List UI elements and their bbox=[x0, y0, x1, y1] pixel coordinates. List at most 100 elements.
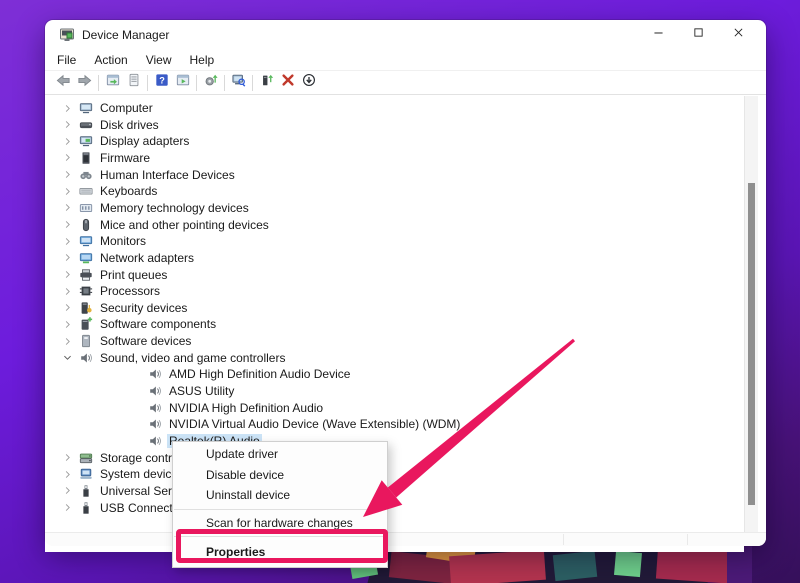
wallpaper-shape bbox=[449, 550, 546, 583]
tree-item-nvidia-high-definition-audio[interactable]: NVIDIA High Definition Audio bbox=[130, 399, 325, 416]
chevron-right-icon[interactable] bbox=[61, 285, 73, 297]
chevron-right-icon[interactable] bbox=[61, 302, 73, 314]
tree-item-label: Display adapters bbox=[98, 134, 191, 148]
maximize-button[interactable] bbox=[678, 20, 718, 50]
speaker-icon bbox=[148, 434, 162, 448]
device-tree: ComputerDisk drivesDisplay adapters Firmw… bbox=[45, 96, 744, 552]
tree-item-label: NVIDIA High Definition Audio bbox=[167, 401, 325, 415]
tree-item-computer[interactable]: Computer bbox=[61, 100, 155, 117]
desktop: { "window": { "title": "Device Manager",… bbox=[0, 0, 800, 583]
context-menu-item-scan-for-hardware-changes[interactable]: Scan for hardware changes bbox=[173, 513, 387, 534]
tree-item-nvidia-virtual-audio-device-wave-extensible-wdm[interactable]: NVIDIA Virtual Audio Device (Wave Extens… bbox=[130, 416, 462, 433]
chevron-right-icon[interactable] bbox=[61, 219, 73, 231]
wallpaper-shape bbox=[553, 551, 597, 581]
forward-button[interactable] bbox=[74, 73, 95, 93]
chevron-right-icon[interactable] bbox=[61, 502, 73, 514]
chevron-right-icon[interactable] bbox=[61, 318, 73, 330]
scan-hardware-button[interactable] bbox=[228, 73, 249, 93]
chevron-right-icon[interactable] bbox=[61, 468, 73, 480]
context-menu: Update driverDisable deviceUninstall dev… bbox=[172, 441, 388, 568]
printer-icon bbox=[79, 268, 93, 282]
chevron-right-icon[interactable] bbox=[61, 135, 73, 147]
remove-button[interactable] bbox=[277, 73, 298, 93]
chevron-right-icon[interactable] bbox=[61, 335, 73, 347]
tree-item-network-adapters[interactable]: Network adapters bbox=[61, 249, 196, 266]
menu-action[interactable]: Action bbox=[85, 51, 136, 69]
tree-item-label: Software devices bbox=[98, 334, 193, 348]
context-menu-item-uninstall-device[interactable]: Uninstall device bbox=[173, 485, 387, 506]
console-window-button[interactable] bbox=[102, 73, 123, 93]
close-button[interactable] bbox=[718, 20, 758, 50]
speaker-icon bbox=[148, 367, 162, 381]
tree-item-memory-technology-devices[interactable]: Memory technology devices bbox=[61, 199, 251, 216]
tree-item-label: Network adapters bbox=[98, 251, 196, 265]
menu-separator bbox=[174, 536, 386, 537]
tree-item-sound-video-and-game-controllers[interactable]: Sound, video and game controllers bbox=[61, 349, 287, 366]
update-driver-icon bbox=[204, 73, 218, 92]
speaker-icon bbox=[148, 417, 162, 431]
menu-file[interactable]: File bbox=[48, 51, 85, 69]
tree-item-label: Keyboards bbox=[98, 184, 159, 198]
action-pane-button[interactable] bbox=[172, 73, 193, 93]
help-button[interactable]: ? bbox=[151, 73, 172, 93]
tree-item-monitors[interactable]: Monitors bbox=[61, 233, 148, 250]
tree-item-display-adapters[interactable]: Display adapters bbox=[61, 133, 191, 150]
properties-doc-button[interactable] bbox=[123, 73, 144, 93]
system-icon bbox=[79, 467, 93, 481]
tree-item-security-devices[interactable]: Security devices bbox=[61, 299, 189, 316]
tree-item-label: AMD High Definition Audio Device bbox=[167, 367, 352, 381]
menu-help[interactable]: Help bbox=[181, 51, 224, 69]
usb-icon bbox=[79, 484, 93, 498]
context-menu-item-update-driver[interactable]: Update driver bbox=[173, 444, 387, 465]
titlebar: Device Manager bbox=[45, 20, 766, 50]
chevron-spacer bbox=[130, 402, 142, 414]
chevron-right-icon[interactable] bbox=[61, 202, 73, 214]
context-menu-item-properties[interactable]: Properties bbox=[173, 540, 387, 564]
uninstall-device-icon bbox=[260, 73, 274, 92]
disable-device-button[interactable] bbox=[298, 73, 319, 93]
tree-item-software-components[interactable]: Software components bbox=[61, 316, 218, 333]
tree-item-mice-and-other-pointing-devices[interactable]: Mice and other pointing devices bbox=[61, 216, 271, 233]
window-title: Device Manager bbox=[82, 28, 169, 42]
tree-item-firmware[interactable]: Firmware bbox=[61, 149, 152, 166]
chevron-right-icon[interactable] bbox=[61, 169, 73, 181]
tree-item-system-devices[interactable]: System devices bbox=[61, 466, 186, 483]
scrollbar-thumb[interactable] bbox=[748, 183, 755, 505]
tree-item-amd-high-definition-audio-device[interactable]: AMD High Definition Audio Device bbox=[130, 366, 352, 383]
status-strip bbox=[45, 532, 766, 546]
processor-icon bbox=[79, 284, 93, 298]
tree-item-print-queues[interactable]: Print queues bbox=[61, 266, 169, 283]
chevron-right-icon[interactable] bbox=[61, 269, 73, 281]
disable-circle-icon bbox=[302, 73, 316, 92]
minimize-button[interactable] bbox=[638, 20, 678, 50]
chevron-down-icon[interactable] bbox=[61, 352, 73, 364]
window-controls bbox=[638, 20, 758, 50]
tree-item-processors[interactable]: Processors bbox=[61, 283, 162, 300]
chevron-right-icon[interactable] bbox=[61, 185, 73, 197]
chevron-right-icon[interactable] bbox=[61, 119, 73, 131]
chevron-right-icon[interactable] bbox=[61, 235, 73, 247]
speaker-icon bbox=[148, 401, 162, 415]
tree-item-label: Mice and other pointing devices bbox=[98, 218, 271, 232]
tree-item-software-devices[interactable]: Software devices bbox=[61, 333, 193, 350]
display-adapter-icon bbox=[79, 134, 93, 148]
device-manager-window: Device Manager FileActionViewHelp ? Comp… bbox=[45, 20, 766, 546]
tree-item-asus-utility[interactable]: ASUS Utility bbox=[130, 383, 236, 400]
menu-view[interactable]: View bbox=[137, 51, 181, 69]
security-icon bbox=[79, 301, 93, 315]
chevron-right-icon[interactable] bbox=[61, 485, 73, 497]
update-driver-button[interactable] bbox=[200, 73, 221, 93]
chevron-right-icon[interactable] bbox=[61, 452, 73, 464]
back-icon bbox=[56, 73, 71, 93]
tree-item-disk-drives[interactable]: Disk drives bbox=[61, 116, 161, 133]
chevron-right-icon[interactable] bbox=[61, 102, 73, 114]
vertical-scrollbar[interactable] bbox=[744, 96, 758, 545]
chevron-right-icon[interactable] bbox=[61, 152, 73, 164]
context-menu-item-disable-device[interactable]: Disable device bbox=[173, 465, 387, 486]
tree-item-keyboards[interactable]: Keyboards bbox=[61, 183, 159, 200]
uninstall-device-button[interactable] bbox=[256, 73, 277, 93]
tree-item-label: Firmware bbox=[98, 151, 152, 165]
tree-item-human-interface-devices[interactable]: Human Interface Devices bbox=[61, 166, 237, 183]
chevron-right-icon[interactable] bbox=[61, 252, 73, 264]
back-button[interactable] bbox=[53, 73, 74, 93]
